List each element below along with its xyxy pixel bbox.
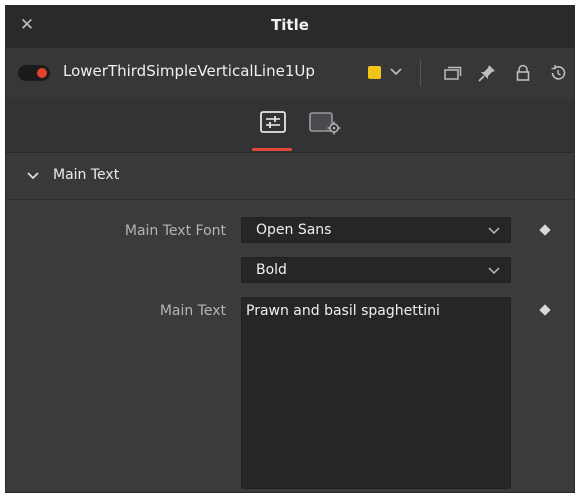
section-label: Main Text	[53, 167, 120, 183]
node-header: LowerThirdSimpleVerticalLine1Up	[6, 48, 574, 99]
node-name: LowerThirdSimpleVerticalLine1Up	[63, 62, 315, 80]
lock-icon[interactable]	[513, 63, 533, 83]
font-style-dropdown[interactable]: Bold	[241, 257, 511, 283]
node-color-swatch[interactable]	[368, 66, 381, 79]
main-text-input[interactable]: Prawn and basil spaghettini	[241, 297, 511, 489]
main-text-label: Main Text	[159, 303, 226, 319]
versions-icon[interactable]	[442, 63, 462, 83]
chevron-down-icon	[488, 267, 500, 275]
inspector-panel: ✕ Title LowerThirdSimpleVerticalLine1Up	[5, 5, 575, 493]
settings-gear-icon[interactable]	[308, 108, 342, 138]
panel-title: Title	[271, 16, 309, 34]
toolbar-divider	[420, 60, 421, 86]
inspector-tabs	[6, 98, 574, 153]
pin-icon[interactable]	[477, 63, 497, 83]
main-text-value: Prawn and basil spaghettini	[246, 303, 440, 319]
keyframe-diamond-icon[interactable]	[539, 224, 551, 236]
reset-icon[interactable]	[548, 63, 568, 83]
title-bar: ✕ Title	[6, 6, 574, 49]
chevron-down-icon[interactable]	[26, 169, 40, 183]
sliders-icon[interactable]	[256, 108, 290, 138]
section-header-main-text[interactable]: Main Text	[6, 153, 574, 200]
keyframe-diamond-icon[interactable]	[539, 304, 551, 316]
font-family-dropdown[interactable]: Open Sans	[241, 217, 511, 243]
chevron-down-icon	[488, 227, 500, 235]
inspector-body: Main Text Font Open Sans Bold Main Text …	[6, 200, 574, 492]
font-family-value: Open Sans	[256, 222, 332, 238]
main-text-font-label: Main Text Font	[124, 223, 226, 239]
font-style-value: Bold	[256, 262, 287, 278]
chevron-down-icon[interactable]	[389, 62, 403, 80]
active-tab-indicator	[252, 148, 292, 151]
node-enable-toggle[interactable]	[18, 65, 50, 81]
